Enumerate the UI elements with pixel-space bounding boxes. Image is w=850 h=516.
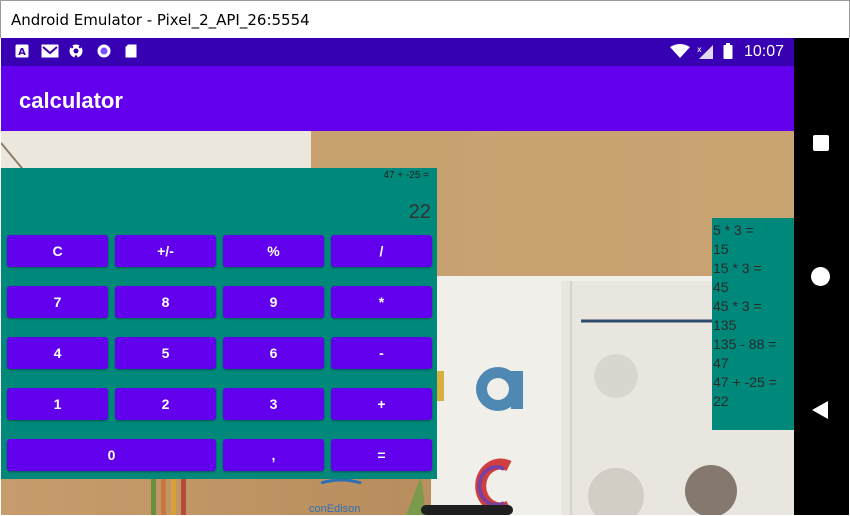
battery-icon bbox=[723, 43, 733, 59]
divide-button[interactable]: / bbox=[331, 235, 432, 267]
history-line: 22 bbox=[713, 393, 729, 409]
device-screen: A x 10:07 calculator conEdison 47 + -25 … bbox=[1, 38, 794, 515]
conedison-logo-text: conEdison bbox=[309, 503, 360, 515]
clear-button[interactable]: C bbox=[7, 235, 108, 267]
digit-8-button[interactable]: 8 bbox=[115, 286, 216, 318]
calculator-panel: 47 + -25 = 22 C +/- % / 7 8 9 * 4 5 6 - … bbox=[1, 168, 437, 479]
back-triangle-icon[interactable] bbox=[812, 401, 828, 419]
status-bar: A x 10:07 bbox=[1, 38, 794, 66]
history-line: 45 * 3 = bbox=[713, 298, 762, 314]
digit-2-button[interactable]: 2 bbox=[115, 388, 216, 420]
recents-square-icon[interactable] bbox=[813, 135, 829, 151]
history-line: 15 bbox=[713, 241, 729, 257]
decimal-button[interactable]: , bbox=[223, 439, 324, 471]
history-line: 47 + -25 = bbox=[713, 374, 777, 390]
no-signal-icon: x bbox=[697, 45, 713, 59]
digit-3-button[interactable]: 3 bbox=[223, 388, 324, 420]
digit-9-button[interactable]: 9 bbox=[223, 286, 324, 318]
equals-button[interactable]: = bbox=[331, 439, 432, 471]
wifi-icon bbox=[670, 44, 690, 58]
window-title: Android Emulator - Pixel_2_API_26:5554 bbox=[11, 11, 310, 29]
digit-0-button[interactable]: 0 bbox=[7, 439, 216, 471]
minus-button[interactable]: - bbox=[331, 337, 432, 369]
mail-icon bbox=[41, 44, 59, 58]
history-line: 135 bbox=[713, 317, 737, 333]
history-panel: 5 * 3 = 15 15 * 3 = 45 45 * 3 = 135 135 … bbox=[712, 218, 794, 430]
circle-app-icon bbox=[97, 44, 111, 58]
home-circle-icon[interactable] bbox=[811, 267, 830, 286]
history-line: 15 * 3 = bbox=[713, 260, 762, 276]
svg-text:A: A bbox=[18, 47, 26, 58]
digit-6-button[interactable]: 6 bbox=[223, 337, 324, 369]
multiply-button[interactable]: * bbox=[331, 286, 432, 318]
sd-card-icon bbox=[125, 44, 137, 58]
a-notification-icon: A bbox=[15, 44, 29, 58]
expression-display: 47 + -25 = bbox=[383, 170, 429, 181]
svg-text:x: x bbox=[697, 45, 702, 54]
history-line: 45 bbox=[713, 279, 729, 295]
emulator-window: Android Emulator - Pixel_2_API_26:5554 A… bbox=[0, 0, 850, 516]
history-line: 5 * 3 = bbox=[713, 222, 754, 238]
window-titlebar[interactable]: Android Emulator - Pixel_2_API_26:5554 bbox=[0, 0, 850, 38]
app-bar: calculator bbox=[1, 66, 794, 131]
digit-7-button[interactable]: 7 bbox=[7, 286, 108, 318]
digit-1-button[interactable]: 1 bbox=[7, 388, 108, 420]
navigation-bar bbox=[794, 38, 849, 515]
plus-button[interactable]: + bbox=[331, 388, 432, 420]
result-display: 22 bbox=[408, 201, 431, 223]
history-line: 135 - 88 = bbox=[713, 336, 777, 352]
percent-button[interactable]: % bbox=[223, 235, 324, 267]
history-line: 47 bbox=[713, 355, 729, 371]
digit-5-button[interactable]: 5 bbox=[115, 337, 216, 369]
status-time: 10:07 bbox=[743, 43, 784, 60]
digit-4-button[interactable]: 4 bbox=[7, 337, 108, 369]
soccer-ball-icon bbox=[69, 44, 83, 58]
plus-minus-button[interactable]: +/- bbox=[115, 235, 216, 267]
app-title: calculator bbox=[19, 88, 123, 113]
